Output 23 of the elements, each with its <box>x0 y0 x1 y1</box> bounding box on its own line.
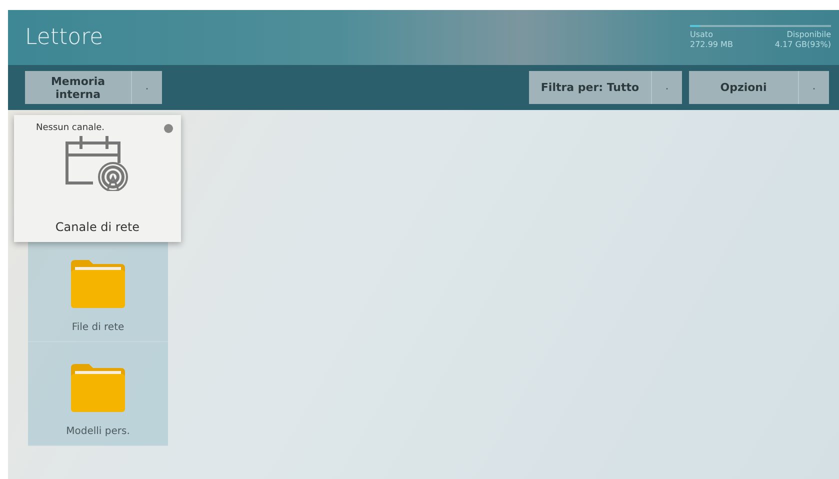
folder-icon <box>71 260 125 308</box>
tile-label: File di rete <box>72 322 124 333</box>
tile-label: Modelli pers. <box>66 426 130 437</box>
info-dot-icon <box>164 124 173 132</box>
dropdown[interactable]: Memoria interna · <box>25 71 162 104</box>
dropdown[interactable]: Filtra per: Tutto · <box>529 71 682 104</box>
used-value: 272.99 MB <box>690 40 733 50</box>
dropdown-label[interactable]: Opzioni <box>689 71 799 104</box>
folder-tile[interactable]: Modelli pers. <box>28 342 168 446</box>
free-value: 4.17 GB(93%) <box>774 40 831 50</box>
dropdown-caret[interactable]: · <box>652 71 682 104</box>
card-label: Canale di rete <box>55 220 140 234</box>
channel-card[interactable]: Nessun canale. Canale di rete <box>14 115 181 242</box>
used-label: Usato <box>690 30 713 40</box>
dropdown-label[interactable]: Memoria interna <box>25 71 132 104</box>
dropdown[interactable]: Opzioni · <box>689 71 829 104</box>
free-label: Disponibile <box>786 30 831 40</box>
folder-icon <box>71 364 125 412</box>
dropdown-label[interactable]: Filtra per: Tutto <box>529 71 652 104</box>
dropdown-caret[interactable]: · <box>799 71 829 104</box>
card-note: Nessun canale. <box>36 123 104 133</box>
dropdown-caret[interactable]: · <box>132 71 162 104</box>
page-title: Lettore <box>25 25 104 50</box>
